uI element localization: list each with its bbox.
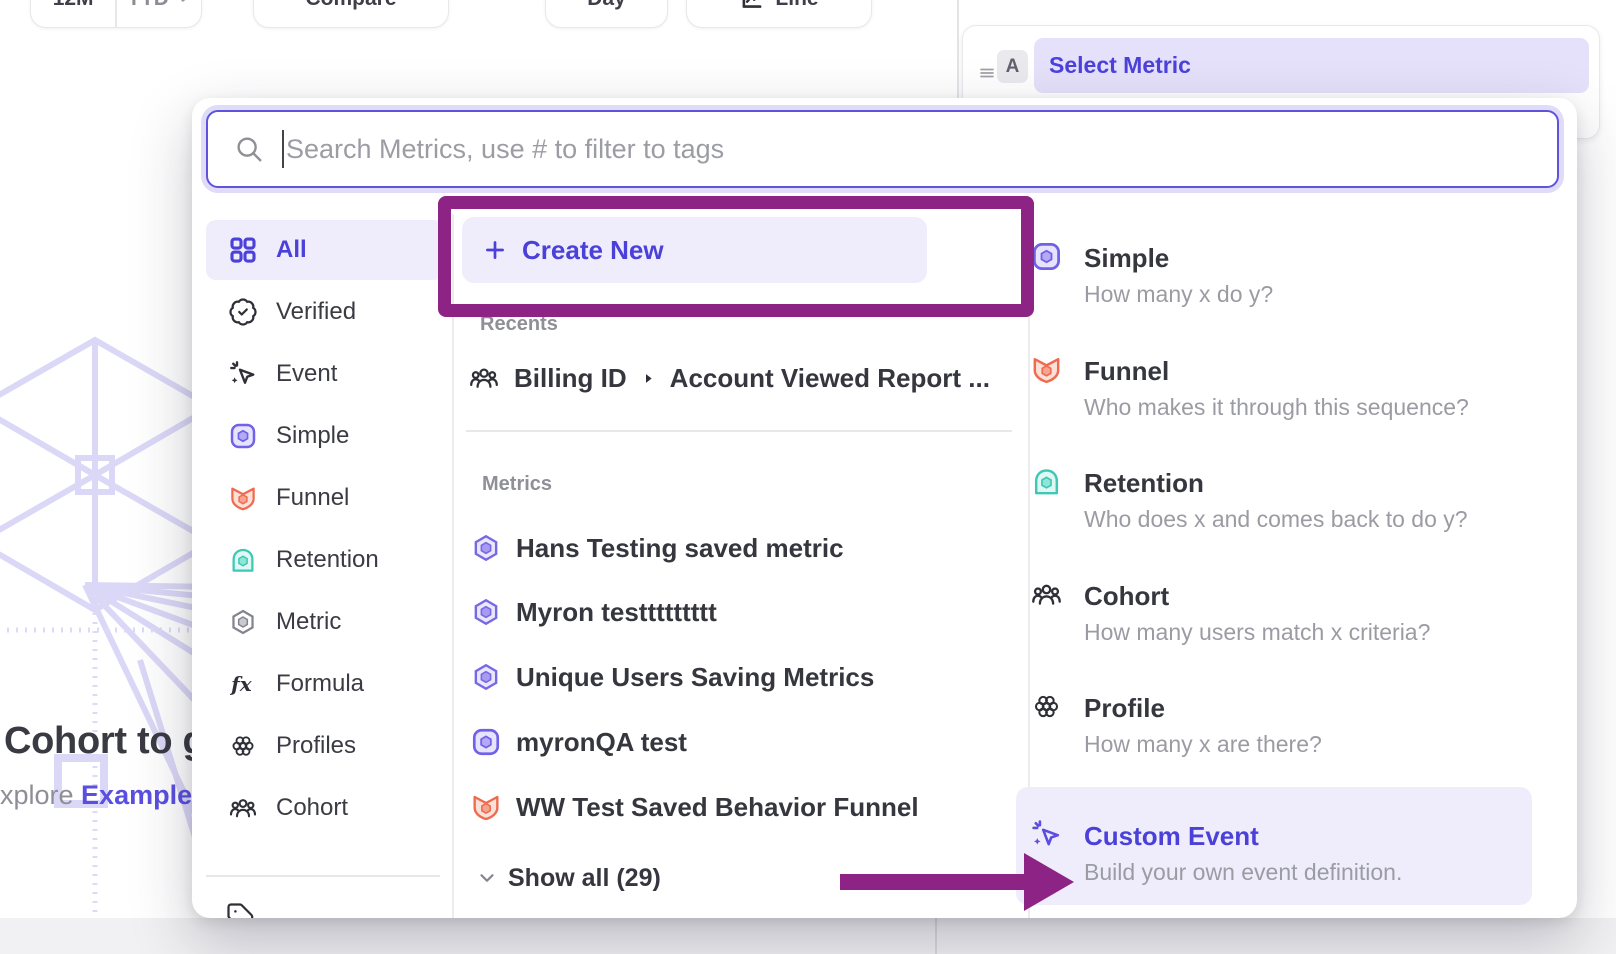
chevron-down-icon [175, 0, 191, 7]
recents-heading: Recents [480, 314, 558, 334]
sidebar-item-funnel[interactable]: Funnel [206, 468, 444, 528]
svg-text:fx: fx [229, 672, 253, 696]
saved-metric-icon [470, 661, 502, 693]
day-granularity-button[interactable]: Day [545, 0, 668, 28]
date-range-group: 12M YTD [30, 0, 202, 28]
metric-item-unique-users[interactable]: Unique Users Saving Metrics [470, 649, 874, 705]
grid-icon [228, 235, 258, 265]
metric-search-box [206, 110, 1559, 188]
canvas-bottom-strip [0, 918, 1616, 954]
metric-type-retention[interactable]: RetentionWho does x and comes back to do… [1030, 465, 1468, 534]
sidebar-divider [206, 875, 440, 877]
retention-icon [1030, 465, 1063, 498]
metric-item-hans-testing[interactable]: Hans Testing saved metric [470, 520, 844, 576]
tag-icon[interactable] [226, 902, 256, 918]
explore-prefix: xplore [0, 780, 81, 810]
simple-metric-icon [1030, 240, 1063, 273]
line-chart-icon [739, 0, 765, 12]
show-all-button[interactable]: Show all (29) [476, 862, 661, 894]
search-input[interactable] [208, 112, 1557, 186]
sidebar-item-verified[interactable]: Verified [206, 282, 444, 342]
search-icon [234, 134, 264, 164]
sidebar-item-all[interactable]: All [206, 220, 444, 280]
cohort-icon [228, 793, 258, 823]
profiles-icon [228, 731, 258, 761]
funnel-icon [228, 483, 258, 513]
metric-item-ww-test-funnel[interactable]: WW Test Saved Behavior Funnel [470, 779, 919, 835]
example-reports-link[interactable]: Example [81, 780, 192, 810]
event-cursor-icon [228, 359, 258, 389]
metric-item-myron-test[interactable]: Myron testtttttttt [470, 584, 717, 640]
sidebar-item-formula[interactable]: fx Formula [206, 654, 444, 714]
range-12m-button[interactable]: 12M [31, 0, 115, 27]
breadcrumb-separator-icon [641, 371, 656, 386]
profiles-icon [1030, 690, 1063, 723]
range-ytd-button[interactable]: YTD [117, 0, 201, 27]
saved-metric-icon [470, 596, 502, 628]
plus-icon [482, 237, 508, 263]
cohort-icon [1030, 578, 1063, 611]
verified-seal-icon [228, 297, 258, 327]
create-new-button[interactable]: Create New [462, 217, 927, 283]
metric-item-myronqa-test[interactable]: myronQA test [470, 714, 687, 770]
panel-divider-bottom [935, 918, 937, 954]
sidebar-item-metric[interactable]: Metric [206, 592, 444, 652]
sidebar-item-profiles[interactable]: Profiles [206, 716, 444, 776]
simple-metric-icon [228, 421, 258, 451]
recent-item-billing-id[interactable]: Billing ID Account Viewed Report ... [468, 350, 990, 406]
app-screenshot: 12M YTD Compare Day Line Cohort to ge [0, 0, 1616, 954]
sidebar-item-retention[interactable]: Retention [206, 530, 444, 590]
simple-metric-icon [470, 726, 502, 758]
sidebar-item-simple[interactable]: Simple [206, 406, 444, 466]
chevron-down-icon [476, 867, 498, 889]
metrics-heading: Metrics [482, 474, 552, 494]
text-cursor [282, 130, 284, 168]
empty-state-subtext: xplore Example [0, 780, 192, 811]
line-chart-type-button[interactable]: Line [686, 0, 872, 28]
metric-hexagon-icon [228, 607, 258, 637]
panel-divider [957, 0, 959, 100]
drag-handle-icon[interactable] [976, 62, 998, 84]
cohort-icon [468, 362, 500, 394]
metric-type-profile[interactable]: ProfileHow many x are there? [1030, 690, 1322, 759]
metric-type-funnel[interactable]: FunnelWho makes it through this sequence… [1030, 353, 1469, 422]
formula-icon: fx [228, 669, 258, 699]
retention-icon [228, 545, 258, 575]
metric-type-custom-event[interactable]: Custom EventBuild your own event definit… [1030, 818, 1402, 887]
funnel-icon [1030, 353, 1063, 386]
metric-type-cohort[interactable]: CohortHow many users match x criteria? [1030, 578, 1430, 647]
event-cursor-icon [1030, 818, 1063, 851]
metric-type-simple[interactable]: SimpleHow many x do y? [1030, 240, 1273, 309]
compare-button[interactable]: Compare [253, 0, 449, 28]
column-divider [452, 214, 454, 918]
select-metric-dialog: All Verified Event Simple Funnel Retenti… [192, 98, 1577, 918]
section-divider [466, 430, 1012, 432]
select-metric-field[interactable]: Select Metric [1034, 38, 1589, 93]
funnel-icon [470, 791, 502, 823]
sidebar-item-event[interactable]: Event [206, 344, 444, 404]
saved-metric-icon [470, 532, 502, 564]
sidebar-item-cohort[interactable]: Cohort [206, 778, 444, 838]
series-a-badge: A [997, 50, 1028, 83]
